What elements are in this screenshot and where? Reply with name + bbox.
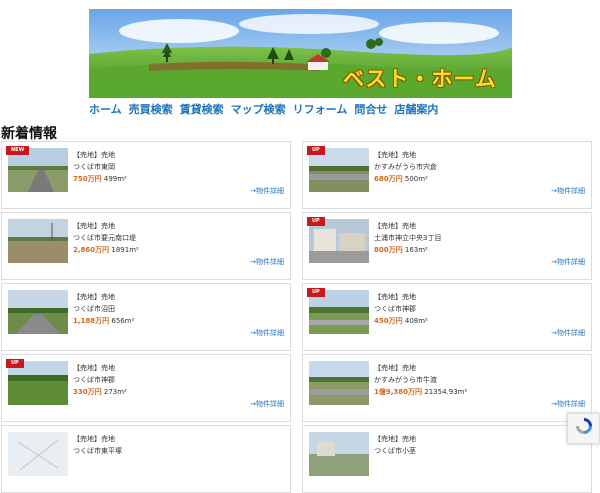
- listing-address: つくば市沼田: [73, 305, 115, 313]
- listing-card[interactable]: UP 【売地】売地 かすみがうら市宍倉 680万円 500m² →物件詳細: [302, 141, 592, 209]
- banner-title: ベスト・ホーム: [343, 67, 497, 91]
- thumbnail-image: [309, 361, 369, 405]
- listing-detail-link[interactable]: →物件詳細: [551, 399, 585, 409]
- listing-address: つくば市東平塚: [73, 447, 122, 455]
- listing-type: 【売地】売地: [73, 293, 115, 301]
- listing-address: つくば市小茎: [374, 447, 416, 455]
- listing-area: 408m²: [404, 317, 428, 325]
- listing-price: 330万円: [73, 388, 102, 396]
- listing-price: 750万円: [73, 175, 102, 183]
- listing-area: 500m²: [404, 175, 428, 183]
- listing-address: 土浦市神立中央3丁目: [374, 234, 442, 242]
- nav-sale-search[interactable]: 売買検索: [129, 101, 173, 117]
- up-badge: UP: [307, 146, 325, 155]
- listing-card[interactable]: 【売地】売地 つくば市小茎: [302, 425, 592, 493]
- recaptcha-icon: [575, 418, 592, 434]
- section-title-new-info: 新着情報: [1, 126, 57, 142]
- listing-type: 【売地】売地: [374, 364, 416, 372]
- listing-price: 450万円: [374, 317, 403, 325]
- listing-area: 21354.93m²: [424, 388, 468, 396]
- listing-price-row: 1,188万円 656m²: [73, 316, 134, 326]
- listing-area: 163m²: [404, 246, 428, 254]
- listing-address: かすみがうら市宍倉: [374, 163, 437, 171]
- listing-area: 1891m²: [111, 246, 139, 254]
- listing-card[interactable]: 【売地】売地 つくば市沼田 1,188万円 656m² →物件詳細: [1, 283, 291, 351]
- listing-detail-link[interactable]: →物件詳細: [250, 186, 284, 196]
- thumbnail-image: [8, 290, 68, 334]
- listing-address: つくば市神郡: [374, 305, 416, 313]
- listing-detail-link[interactable]: →物件詳細: [551, 257, 585, 267]
- listing-thumbnail[interactable]: [8, 432, 68, 476]
- thumbnail-image: [8, 219, 68, 263]
- listing-area: 656m²: [111, 317, 135, 325]
- listing-price: 1,188万円: [73, 317, 110, 325]
- up-badge: UP: [6, 359, 24, 368]
- listing-price-row: 750万円 499m²: [73, 174, 127, 184]
- listing-card[interactable]: NEW 【売地】売地 つくば市東岡 750万円 499m² →物件詳細: [1, 141, 291, 209]
- nav-contact[interactable]: 問合せ: [354, 101, 387, 117]
- listing-card[interactable]: 【売地】売地 つくば市要元南口堤 2,860万円 1891m² →物件詳細: [1, 212, 291, 280]
- listing-type: 【売地】売地: [73, 222, 115, 230]
- thumbnail-image: [8, 432, 68, 476]
- listing-price: 1億9,380万円: [374, 388, 423, 396]
- nav-home[interactable]: ホーム: [89, 101, 122, 117]
- nav-map-search[interactable]: マップ検索: [231, 101, 286, 117]
- main-nav: ホーム 売買検索 賃貸検索 マップ検索 リフォーム 問合せ 店舗案内: [89, 101, 445, 117]
- listing-type: 【売地】売地: [374, 293, 416, 301]
- listing-price-row: 2,860万円 1891m²: [73, 245, 139, 255]
- up-badge: UP: [307, 288, 325, 297]
- listing-type: 【売地】売地: [374, 222, 416, 230]
- listing-detail-link[interactable]: →物件詳細: [250, 328, 284, 338]
- listing-price-row: 330万円 273m²: [73, 387, 127, 397]
- listing-thumbnail[interactable]: [309, 432, 369, 476]
- listing-price: 680万円: [374, 175, 403, 183]
- listing-address: かすみがうら市牛渡: [374, 376, 437, 384]
- listing-thumbnail[interactable]: [8, 290, 68, 334]
- listing-type: 【売地】売地: [73, 364, 115, 372]
- listing-type: 【売地】売地: [374, 435, 416, 443]
- new-badge: NEW: [6, 146, 30, 155]
- listing-type: 【売地】売地: [374, 151, 416, 159]
- listing-detail-link[interactable]: →物件詳細: [250, 399, 284, 409]
- listing-detail-link[interactable]: →物件詳細: [551, 328, 585, 338]
- listing-card[interactable]: 【売地】売地 つくば市東平塚: [1, 425, 291, 493]
- listing-card[interactable]: UP 【売地】売地 土浦市神立中央3丁目 800万円 163m² →物件詳細: [302, 212, 592, 280]
- nav-rent-search[interactable]: 賃貸検索: [180, 101, 224, 117]
- listing-thumbnail[interactable]: [8, 219, 68, 263]
- listing-type: 【売地】売地: [73, 435, 115, 443]
- listing-thumbnail[interactable]: [309, 361, 369, 405]
- listing-price-row: 800万円 163m²: [374, 245, 428, 255]
- listing-card[interactable]: 【売地】売地 かすみがうら市牛渡 1億9,380万円 21354.93m² →物…: [302, 354, 592, 422]
- nav-store-info[interactable]: 店舗案内: [394, 101, 438, 117]
- listing-price-row: 1億9,380万円 21354.93m²: [374, 387, 467, 397]
- listing-address: つくば市要元南口堤: [73, 234, 136, 242]
- listing-type: 【売地】売地: [73, 151, 115, 159]
- listing-area: 499m²: [103, 175, 127, 183]
- listing-price: 800万円: [374, 246, 403, 254]
- nav-reform[interactable]: リフォーム: [293, 101, 348, 117]
- recaptcha-badge[interactable]: [567, 413, 600, 444]
- listing-address: つくば市神郡: [73, 376, 115, 384]
- listing-address: つくば市東岡: [73, 163, 115, 171]
- listing-card[interactable]: UP 【売地】売地 つくば市神郡 330万円 273m² →物件詳細: [1, 354, 291, 422]
- listing-card[interactable]: UP 【売地】売地 つくば市神郡 450万円 408m² →物件詳細: [302, 283, 592, 351]
- site-banner[interactable]: ベスト・ホーム: [89, 9, 512, 98]
- listing-detail-link[interactable]: →物件詳細: [250, 257, 284, 267]
- up-badge: UP: [307, 217, 325, 226]
- listing-price-row: 680万円 500m²: [374, 174, 428, 184]
- thumbnail-image: [309, 432, 369, 476]
- listing-detail-link[interactable]: →物件詳細: [551, 186, 585, 196]
- listing-price: 2,860万円: [73, 246, 110, 254]
- listing-price-row: 450万円 408m²: [374, 316, 428, 326]
- listing-area: 273m²: [103, 388, 127, 396]
